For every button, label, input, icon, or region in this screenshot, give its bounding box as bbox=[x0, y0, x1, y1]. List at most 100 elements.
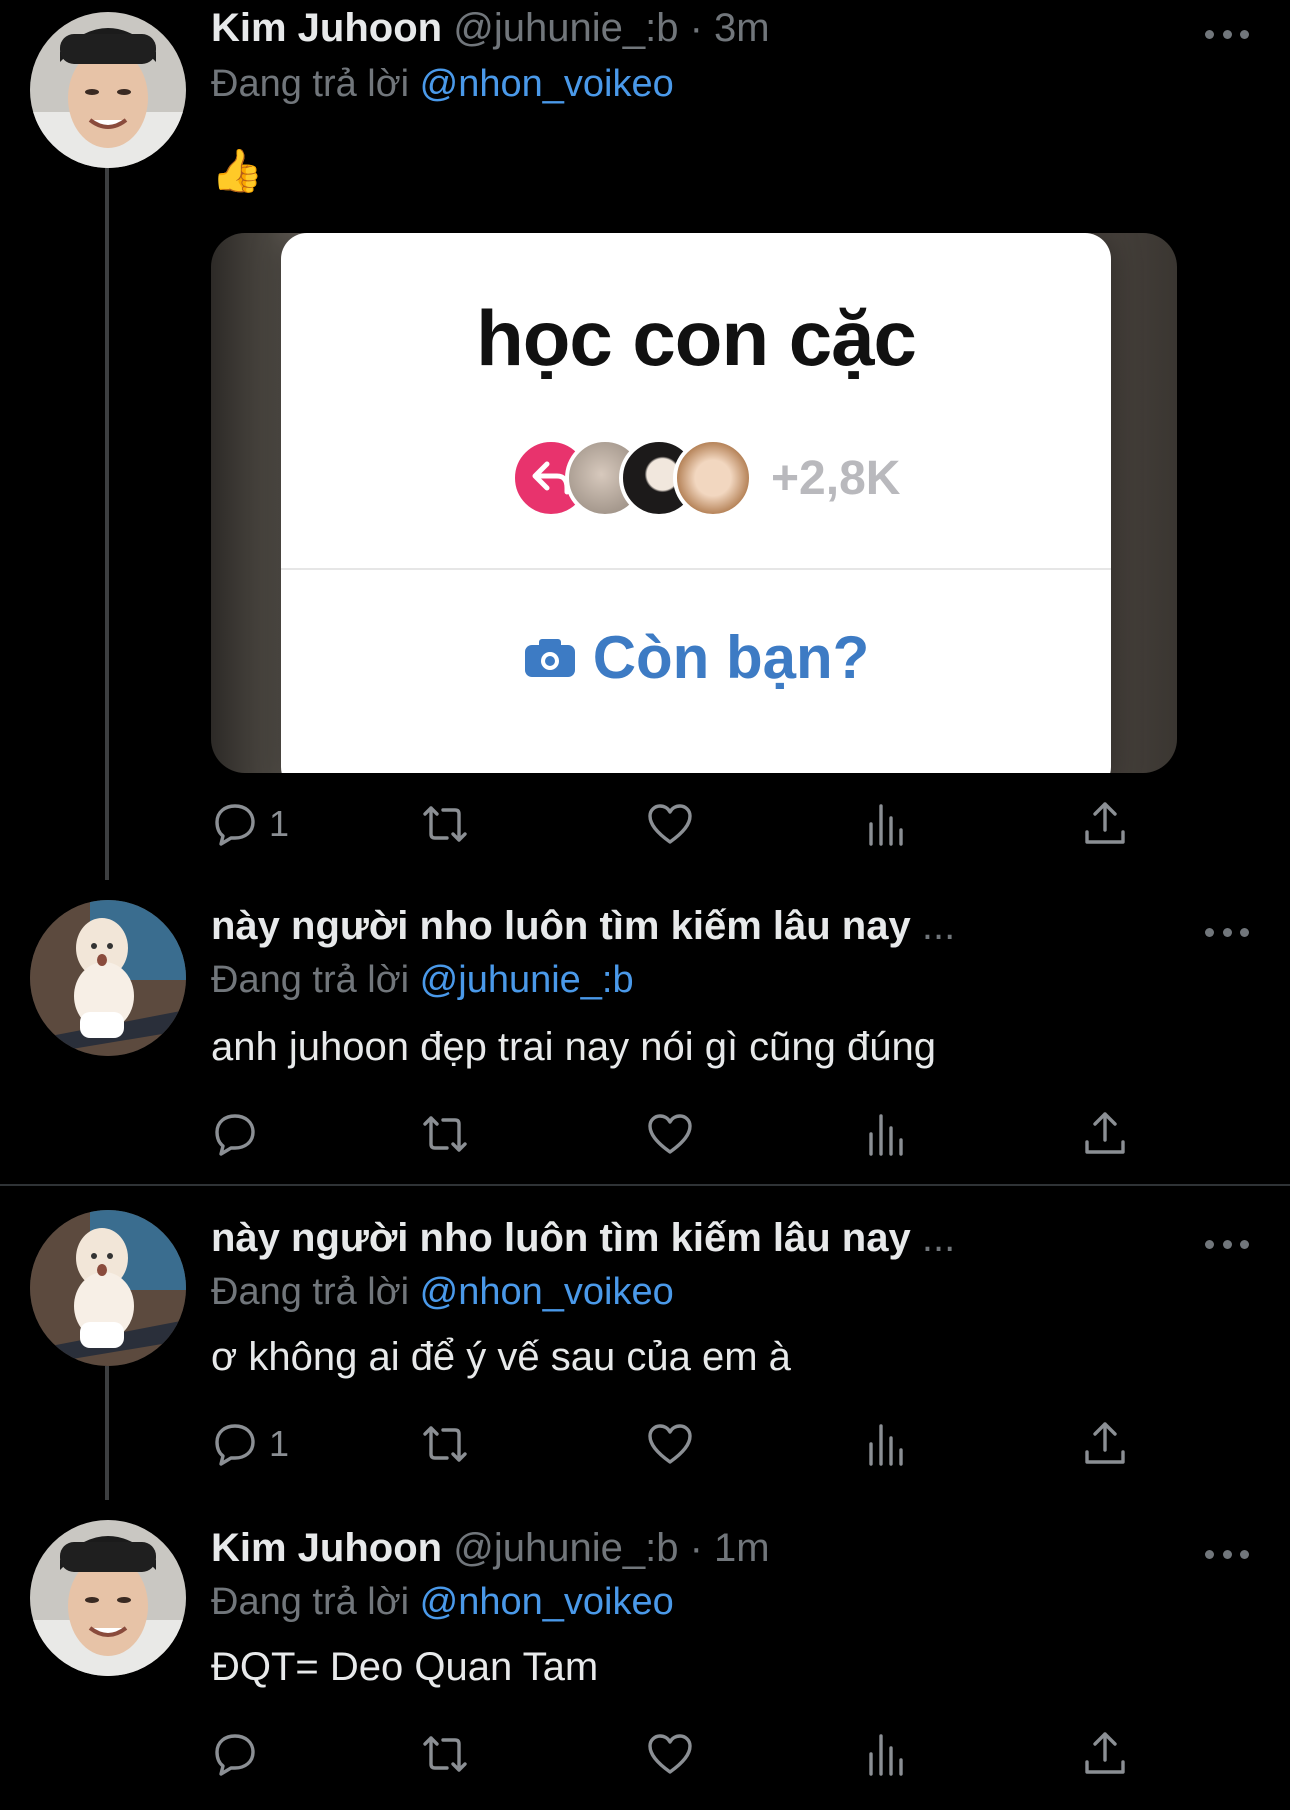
mention-link[interactable]: @nhon_voikeo bbox=[420, 1581, 674, 1623]
like-icon bbox=[648, 1424, 692, 1464]
analytics-button[interactable] bbox=[863, 794, 911, 854]
mention-link[interactable]: @nhon_voikeo bbox=[420, 63, 674, 105]
retweet-icon bbox=[423, 1116, 467, 1152]
like-icon bbox=[648, 804, 692, 844]
reply-button[interactable] bbox=[211, 1724, 259, 1784]
tweet-3[interactable]: này người nho luôn tìm kiếm lâu nay ... … bbox=[0, 1190, 1290, 1500]
smiling-man-avatar-image bbox=[30, 12, 186, 168]
timestamp[interactable]: · 1m bbox=[690, 1526, 770, 1570]
replying-to-label: Đang trả lời bbox=[211, 1271, 410, 1313]
analytics-icon bbox=[869, 804, 903, 846]
baby-figure-avatar-image bbox=[30, 900, 186, 1056]
smiling-man-avatar-image bbox=[30, 1520, 186, 1676]
divider bbox=[281, 568, 1111, 570]
more-icon[interactable] bbox=[1205, 1547, 1249, 1561]
reply-icon bbox=[215, 1734, 255, 1776]
tweet-1[interactable]: Kim Juhoon @juhunie_:b · 3m Đang trả lời… bbox=[0, 0, 1290, 880]
action-bar: 1 bbox=[211, 1414, 1141, 1474]
tweet-2[interactable]: này người nho luôn tìm kiếm lâu nay ... … bbox=[0, 880, 1290, 1184]
display-name[interactable]: này người nho luôn tìm kiếm lâu nay bbox=[211, 904, 911, 948]
mention-link[interactable]: @nhon_voikeo bbox=[420, 1271, 674, 1313]
share-button[interactable] bbox=[1081, 1414, 1129, 1474]
share-icon bbox=[1085, 1732, 1125, 1774]
avatar[interactable] bbox=[30, 900, 186, 1056]
tweet-4[interactable]: Kim Juhoon @juhunie_:b · 1m Đang trả lời… bbox=[0, 1500, 1290, 1810]
replying-to-label: Đang trả lời bbox=[211, 959, 410, 1001]
tweet-text: ơ không ai để ý vế sau của em à bbox=[211, 1335, 791, 1379]
tweet-header: Kim Juhoon @juhunie_:b · 3m bbox=[211, 4, 770, 52]
share-button[interactable] bbox=[1081, 1104, 1129, 1164]
username[interactable]: @juhunie_:b bbox=[453, 6, 678, 50]
analytics-button[interactable] bbox=[863, 1724, 911, 1784]
retweet-icon bbox=[423, 1426, 467, 1462]
analytics-button[interactable] bbox=[863, 1414, 911, 1474]
replying-to: Đang trả lời @juhunie_:b bbox=[211, 956, 634, 1004]
tweet-header: Kim Juhoon @juhunie_:b · 1m bbox=[211, 1524, 770, 1572]
analytics-icon bbox=[869, 1734, 903, 1776]
retweet-button[interactable] bbox=[421, 1414, 469, 1474]
more-icon[interactable] bbox=[1205, 925, 1249, 939]
participants-count: +2,8K bbox=[771, 451, 901, 505]
participant-avatar bbox=[673, 438, 753, 518]
replying-to: Đang trả lời @nhon_voikeo bbox=[211, 60, 674, 108]
avatar[interactable] bbox=[30, 12, 186, 168]
retweet-button[interactable] bbox=[421, 1724, 469, 1784]
avatar[interactable] bbox=[30, 1520, 186, 1676]
tweet-image[interactable]: học con cặc +2,8K Còn bạn? bbox=[211, 233, 1177, 773]
reply-icon bbox=[215, 1424, 255, 1466]
thread-line bbox=[105, 160, 109, 880]
like-icon bbox=[648, 1734, 692, 1774]
share-button[interactable] bbox=[1081, 794, 1129, 854]
username[interactable]: @juhunie_:b bbox=[453, 1526, 678, 1570]
reply-count: 1 bbox=[269, 1423, 290, 1464]
timestamp[interactable]: · 3m bbox=[690, 6, 770, 50]
retweet-button[interactable] bbox=[421, 794, 469, 854]
reply-button[interactable]: 1 bbox=[211, 1414, 289, 1474]
name-truncation: ... bbox=[921, 904, 956, 948]
like-button[interactable] bbox=[646, 794, 694, 854]
share-icon bbox=[1085, 1112, 1125, 1154]
baby-figure-avatar-image bbox=[30, 1210, 186, 1366]
action-bar: 1 bbox=[211, 794, 1141, 854]
more-icon[interactable] bbox=[1205, 1237, 1249, 1251]
mention-link[interactable]: @juhunie_:b bbox=[420, 959, 634, 1001]
more-icon[interactable] bbox=[1205, 27, 1249, 41]
like-button[interactable] bbox=[646, 1104, 694, 1164]
tweet-text: anh juhoon đẹp trai nay nói gì cũng đúng bbox=[211, 1025, 937, 1069]
meme-card: học con cặc +2,8K Còn bạn? bbox=[281, 233, 1111, 773]
tweet-header: này người nho luôn tìm kiếm lâu nay ... bbox=[211, 1214, 955, 1262]
retweet-icon bbox=[423, 1736, 467, 1772]
reply-icon bbox=[215, 804, 255, 846]
share-icon bbox=[1085, 1422, 1125, 1464]
cta-text: Còn bạn? bbox=[592, 624, 870, 691]
display-name[interactable]: này người nho luôn tìm kiếm lâu nay bbox=[211, 1216, 911, 1260]
action-bar bbox=[211, 1724, 1141, 1784]
reply-button[interactable]: 1 bbox=[211, 794, 289, 854]
reply-count: 1 bbox=[269, 803, 290, 844]
like-button[interactable] bbox=[646, 1414, 694, 1474]
like-icon bbox=[648, 1114, 692, 1154]
share-icon bbox=[1085, 802, 1125, 844]
tweet-header: này người nho luôn tìm kiếm lâu nay ... bbox=[211, 902, 955, 950]
name-truncation: ... bbox=[921, 1216, 956, 1260]
camera-icon bbox=[524, 638, 575, 677]
retweet-icon bbox=[423, 806, 467, 842]
retweet-button[interactable] bbox=[421, 1104, 469, 1164]
action-bar bbox=[211, 1104, 1141, 1164]
analytics-icon bbox=[869, 1424, 903, 1466]
analytics-button[interactable] bbox=[863, 1104, 911, 1164]
avatar[interactable] bbox=[30, 1210, 186, 1366]
cta-label: Còn bạn? bbox=[281, 623, 1111, 692]
display-name[interactable]: Kim Juhoon bbox=[211, 6, 442, 50]
replying-to: Đang trả lời @nhon_voikeo bbox=[211, 1268, 674, 1316]
share-button[interactable] bbox=[1081, 1724, 1129, 1784]
like-button[interactable] bbox=[646, 1724, 694, 1784]
display-name[interactable]: Kim Juhoon bbox=[211, 1526, 442, 1570]
tweet-divider bbox=[0, 1184, 1290, 1186]
reply-button[interactable] bbox=[211, 1104, 259, 1164]
twitter-thread: Kim Juhoon @juhunie_:b · 3m Đang trả lời… bbox=[0, 0, 1290, 1810]
tweet-text: ĐQT= Deo Quan Tam bbox=[211, 1645, 599, 1689]
tweet-text: 👍 bbox=[211, 147, 264, 194]
analytics-icon bbox=[869, 1114, 903, 1156]
meme-title: học con cặc bbox=[476, 294, 917, 382]
